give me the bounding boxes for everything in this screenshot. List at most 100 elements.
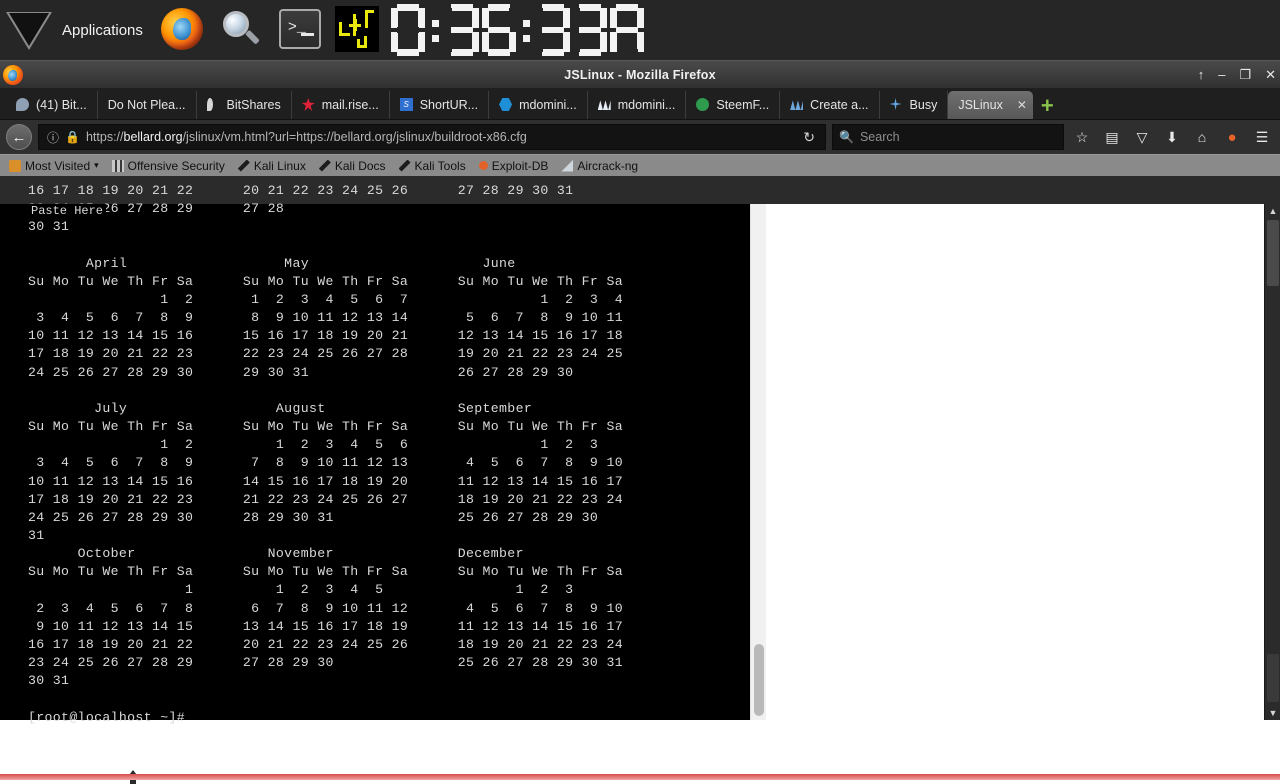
browser-tab[interactable]: mdomini... xyxy=(489,91,588,119)
terminal-icon: >_ xyxy=(278,9,321,49)
steemit-icon xyxy=(790,98,804,112)
browser-tab[interactable]: Create a... xyxy=(780,91,880,119)
bookmark-offensive-security[interactable]: Offensive Security xyxy=(107,159,230,173)
steemit-icon xyxy=(597,98,612,112)
browser-tab[interactable]: Do Not Plea... xyxy=(98,91,197,119)
firefox-launcher[interactable] xyxy=(153,1,211,59)
app-launcher-yellow[interactable] xyxy=(327,1,385,59)
url-rest: /jslinux/vm.html?url=https://bellard.org… xyxy=(182,130,527,144)
tab-label: SteemF... xyxy=(716,98,770,112)
clock-digit xyxy=(535,4,570,56)
url-prefix: https:// xyxy=(85,130,124,144)
bookmark-most-visited[interactable]: Most Visited ▾ xyxy=(4,159,104,173)
browser-tab[interactable]: S ShortUR... xyxy=(390,91,490,119)
yellow-glyph-icon xyxy=(334,6,379,52)
tab-label: (41) Bit... xyxy=(36,98,87,112)
page-scrollbar-thumb-lower[interactable] xyxy=(1267,654,1279,702)
search-bar[interactable]: 🔍 Search xyxy=(832,124,1064,150)
bookmark-label: Exploit-DB xyxy=(491,158,549,173)
browser-tab[interactable]: mail.rise... xyxy=(292,91,390,119)
reader-list-icon[interactable]: ▤ xyxy=(1100,129,1124,146)
kali-dragon-icon xyxy=(237,159,250,172)
maximize-button[interactable]: ❐ xyxy=(1239,68,1251,81)
browser-tab[interactable]: mdomini... xyxy=(588,91,687,119)
bookmark-label: Most Visited xyxy=(25,158,91,173)
panel-clock[interactable] xyxy=(390,1,647,59)
bookmark-kali-docs[interactable]: Kali Docs xyxy=(314,159,391,173)
browser-tab-active[interactable]: JSLinux ✕ xyxy=(948,91,1033,119)
tab-label: Busy xyxy=(909,98,938,112)
clock-colon xyxy=(519,4,533,56)
clock-digit xyxy=(572,4,607,56)
tab-close-icon[interactable]: ✕ xyxy=(1017,98,1027,112)
tab-label: mdomini... xyxy=(519,98,577,112)
bitshares-icon xyxy=(206,98,221,112)
aircrack-icon xyxy=(561,159,574,172)
bookmark-label: Kali Linux xyxy=(253,158,306,173)
reload-button[interactable]: ↻ xyxy=(797,129,821,146)
browser-tab[interactable]: (41) Bit... xyxy=(6,91,98,119)
applications-menu-button[interactable]: Applications xyxy=(0,0,153,60)
tab-strip: (41) Bit... Do Not Plea... BitShares mai… xyxy=(0,88,1280,120)
clock-digit xyxy=(444,4,479,56)
jslinux-terminal[interactable]: 16 17 18 19 20 21 22 20 21 22 23 24 25 2… xyxy=(0,183,750,725)
scrollbar-down-icon[interactable]: ▼ xyxy=(1265,706,1280,720)
pocket-icon[interactable]: ▽ xyxy=(1130,129,1154,146)
bookmark-label: Kali Docs xyxy=(334,158,386,173)
chevron-down-icon[interactable]: ▾ xyxy=(94,160,99,171)
paste-here-field[interactable]: Paste Here xyxy=(28,204,107,218)
search-input[interactable]: Search xyxy=(860,130,900,144)
browser-tab[interactable]: Busy xyxy=(880,91,949,119)
new-tab-button[interactable]: + xyxy=(1041,95,1054,117)
browser-tab[interactable]: BitShares xyxy=(197,91,292,119)
terminal-scrollbar[interactable] xyxy=(750,204,766,720)
browser-window: JSLinux - Mozilla Firefox ↑ – ❐ ✕ (41) B… xyxy=(0,60,1280,784)
bookmark-aircrack-ng[interactable]: Aircrack-ng xyxy=(556,159,643,173)
tab-label: BitShares xyxy=(226,98,281,112)
window-title: JSLinux - Mozilla Firefox xyxy=(564,67,716,82)
kali-dragon-icon xyxy=(398,159,411,172)
url-bar[interactable]: ⓘ 🔒 https://bellard.org/jslinux/vm.html?… xyxy=(38,124,826,150)
search-launcher[interactable] xyxy=(211,1,269,59)
downloads-icon[interactable]: ⬇ xyxy=(1160,129,1184,146)
close-button[interactable]: ✕ xyxy=(1265,68,1276,81)
minimize-button[interactable]: – xyxy=(1218,68,1225,81)
offsec-icon xyxy=(111,159,124,172)
steem-bubble-icon xyxy=(16,98,30,112)
shorturl-icon: S xyxy=(399,98,414,112)
terminal-scrollbar-thumb[interactable] xyxy=(754,644,764,716)
terminal-launcher[interactable]: >_ xyxy=(269,1,327,59)
exploitdb-icon xyxy=(478,161,488,170)
bookmark-label: Kali Tools xyxy=(414,158,466,173)
home-icon[interactable]: ⌂ xyxy=(1190,129,1214,145)
applications-label: Applications xyxy=(62,21,143,39)
scrollbar-up-icon[interactable]: ▲ xyxy=(1265,204,1280,218)
bookmark-kali-tools[interactable]: Kali Tools xyxy=(394,159,471,173)
tab-label: mail.rise... xyxy=(321,98,379,112)
menu-hamburger-icon[interactable]: ☰ xyxy=(1250,129,1274,146)
lock-icon: 🔒 xyxy=(65,130,80,144)
riseup-star-icon xyxy=(301,98,316,112)
bookmark-exploit-db[interactable]: Exploit-DB xyxy=(474,159,554,173)
tab-label: Create a... xyxy=(810,98,869,112)
bookmark-label: Offensive Security xyxy=(127,158,225,173)
url-domain: bellard.org xyxy=(123,130,183,144)
kali-dragon-icon xyxy=(318,159,331,172)
page-scrollbar[interactable]: ▲ ▼ xyxy=(1264,204,1280,720)
shade-button[interactable]: ↑ xyxy=(1198,68,1205,81)
duckduckgo-icon[interactable]: ● xyxy=(1220,129,1244,146)
back-button[interactable]: ← xyxy=(6,124,32,150)
clock-digit xyxy=(609,4,644,56)
window-controls: ↑ – ❐ ✕ xyxy=(1198,68,1276,81)
firefox-icon xyxy=(160,8,203,50)
bottom-accent-band xyxy=(0,774,1280,780)
site-identity-icon[interactable]: ⓘ xyxy=(47,129,59,146)
browser-tab[interactable]: SteemF... xyxy=(686,91,781,119)
bookmark-kali-linux[interactable]: Kali Linux xyxy=(233,159,311,173)
window-titlebar[interactable]: JSLinux - Mozilla Firefox ↑ – ❐ ✕ xyxy=(0,60,1280,88)
search-icon: 🔍 xyxy=(839,130,854,144)
page-scrollbar-thumb[interactable] xyxy=(1267,220,1279,286)
bookmark-label: Aircrack-ng xyxy=(577,158,639,173)
navigation-toolbar: ← ⓘ 🔒 https://bellard.org/jslinux/vm.htm… xyxy=(0,120,1280,154)
bookmark-star-icon[interactable]: ☆ xyxy=(1070,129,1094,146)
